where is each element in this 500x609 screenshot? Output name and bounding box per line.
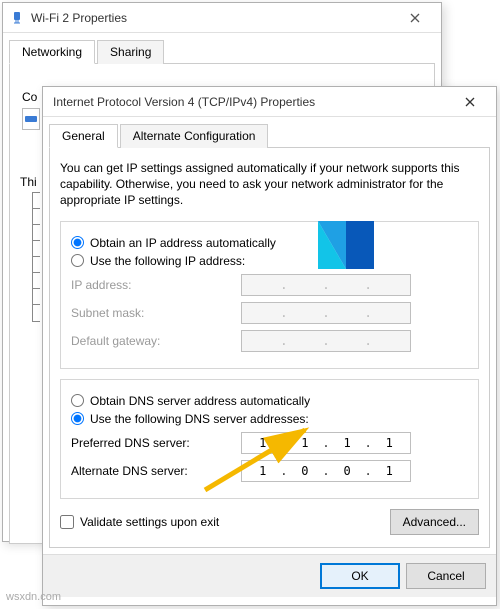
radio-dns-manual-input[interactable] xyxy=(71,412,84,425)
wifi-titlebar: Wi-Fi 2 Properties xyxy=(3,3,441,33)
default-gateway-label: Default gateway: xyxy=(71,334,241,348)
radio-ip-manual-label: Use the following IP address: xyxy=(90,254,245,268)
ipv4-title: Internet Protocol Version 4 (TCP/IPv4) P… xyxy=(49,95,450,109)
ipv4-properties-dialog: Internet Protocol Version 4 (TCP/IPv4) P… xyxy=(42,86,497,606)
ip-address-group: Obtain an IP address automatically Use t… xyxy=(60,221,479,369)
field-ip-address: IP address: ... xyxy=(71,274,468,296)
validate-checkbox[interactable] xyxy=(60,515,74,529)
ipv4-titlebar: Internet Protocol Version 4 (TCP/IPv4) P… xyxy=(43,87,496,117)
subnet-mask-input: ... xyxy=(241,302,411,324)
ipv4-description: You can get IP settings assigned automat… xyxy=(60,160,479,209)
radio-ip-auto-input[interactable] xyxy=(71,236,84,249)
radio-dns-manual-label: Use the following DNS server addresses: xyxy=(90,412,309,426)
network-icon xyxy=(9,10,25,26)
default-gateway-input: ... xyxy=(241,330,411,352)
alternate-dns-label: Alternate DNS server: xyxy=(71,464,241,478)
windows-club-logo xyxy=(317,220,375,270)
field-alternate-dns: Alternate DNS server: 1. 0. 0. 1 xyxy=(71,460,468,482)
radio-dns-manual[interactable]: Use the following DNS server addresses: xyxy=(71,412,468,426)
field-preferred-dns: Preferred DNS server: 1. 1. 1. 1 xyxy=(71,432,468,454)
subnet-mask-label: Subnet mask: xyxy=(71,306,241,320)
protocol-list-fragment xyxy=(32,192,40,322)
ok-button[interactable]: OK xyxy=(320,563,400,589)
wifi-close-button[interactable] xyxy=(395,4,435,32)
preferred-dns-input[interactable]: 1. 1. 1. 1 xyxy=(241,432,411,454)
ipv4-close-button[interactable] xyxy=(450,88,490,116)
field-subnet-mask: Subnet mask: ... xyxy=(71,302,468,324)
wifi-title: Wi-Fi 2 Properties xyxy=(31,11,395,25)
alternate-dns-input[interactable]: 1. 0. 0. 1 xyxy=(241,460,411,482)
tab-alternate[interactable]: Alternate Configuration xyxy=(120,124,269,148)
watermark: wsxdn.com xyxy=(6,591,61,603)
ip-address-label: IP address: xyxy=(71,278,241,292)
tab-general[interactable]: General xyxy=(49,124,118,148)
validate-checkbox-row[interactable]: Validate settings upon exit xyxy=(60,515,219,529)
cancel-button[interactable]: Cancel xyxy=(406,563,486,589)
radio-ip-manual-input[interactable] xyxy=(71,254,84,267)
dialog-button-row: OK Cancel xyxy=(43,554,496,597)
tab-sharing[interactable]: Sharing xyxy=(97,40,164,64)
validate-advanced-row: Validate settings upon exit Advanced... xyxy=(60,509,479,535)
ip-address-input: ... xyxy=(241,274,411,296)
dns-group: Obtain DNS server address automatically … xyxy=(60,379,479,499)
radio-dns-auto[interactable]: Obtain DNS server address automatically xyxy=(71,394,468,408)
radio-dns-auto-input[interactable] xyxy=(71,394,84,407)
preferred-dns-label: Preferred DNS server: xyxy=(71,436,241,450)
ipv4-tabs: General Alternate Configuration xyxy=(49,123,490,148)
radio-ip-auto-label: Obtain an IP address automatically xyxy=(90,236,276,250)
tab-networking[interactable]: Networking xyxy=(9,40,95,64)
radio-dns-auto-label: Obtain DNS server address automatically xyxy=(90,394,310,408)
adapter-icon-fragment xyxy=(22,108,40,130)
list-label-fragment: Thi xyxy=(20,175,37,189)
validate-label: Validate settings upon exit xyxy=(80,515,219,529)
advanced-button[interactable]: Advanced... xyxy=(390,509,479,535)
ipv4-tab-body: You can get IP settings assigned automat… xyxy=(49,148,490,548)
radio-ip-manual[interactable]: Use the following IP address: xyxy=(71,254,468,268)
field-default-gateway: Default gateway: ... xyxy=(71,330,468,352)
connect-using-fragment: Co xyxy=(22,90,37,104)
wifi-tabs: Networking Sharing xyxy=(9,39,435,64)
radio-ip-auto[interactable]: Obtain an IP address automatically xyxy=(71,236,468,250)
